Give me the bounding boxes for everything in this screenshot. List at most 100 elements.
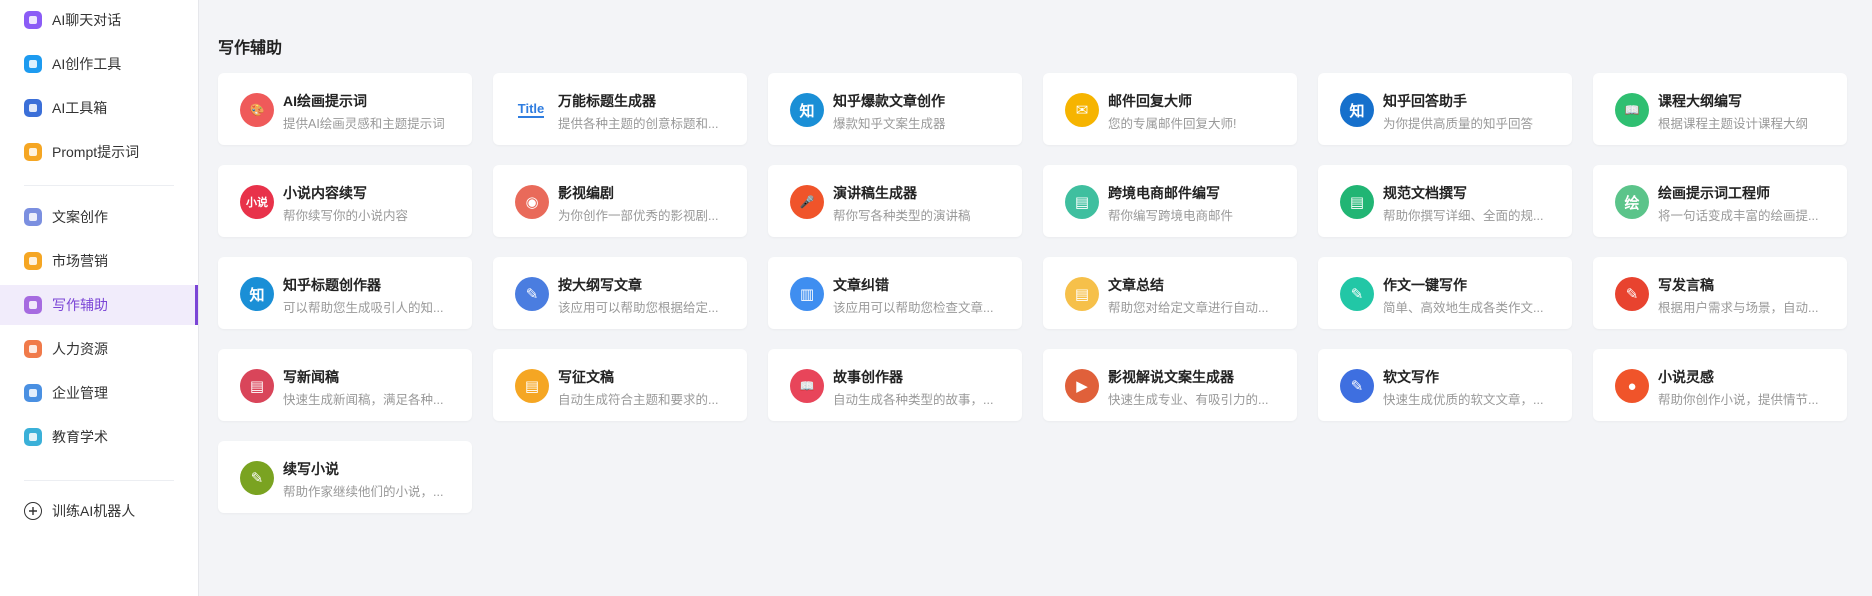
education-icon — [24, 428, 42, 446]
tool-card-title: 知乎爆款文章创作 — [833, 93, 945, 109]
tool-card[interactable]: 知知乎标题创作器 可以帮助您生成吸引人的知... — [218, 257, 472, 329]
tool-card[interactable]: ✎ 按大纲写文章 该应用可以帮助您根据给定... — [493, 257, 747, 329]
sidebar-item-label: 教育学术 — [52, 429, 108, 445]
tool-card[interactable]: ✎ 续写小说 帮助作家继续他们的小说，... — [218, 441, 472, 513]
inspiration-icon: ● — [1615, 369, 1649, 403]
tool-card-description: 帮助您对给定文章进行自动... — [1108, 301, 1269, 315]
sidebar-item-9[interactable]: 企业管理 — [0, 373, 198, 413]
tool-card-title: AI绘画提示词 — [283, 93, 367, 109]
essay-icon: ▤ — [515, 369, 549, 403]
tool-card[interactable]: 📖 故事创作器 自动生成各种类型的故事，... — [768, 349, 1022, 421]
tool-card-description: 该应用可以帮助您根据给定... — [558, 301, 719, 315]
summary-icon: ▤ — [1065, 277, 1099, 311]
tool-card-description: 根据用户需求与场景，自动... — [1658, 301, 1819, 315]
novel-icon: 小说 — [240, 185, 274, 219]
sidebar-item-label: AI聊天对话 — [52, 12, 122, 28]
tool-card-description: 快速生成新闻稿，满足各种... — [283, 393, 444, 407]
tool-card-title: 绘画提示词工程师 — [1658, 185, 1770, 201]
tool-card[interactable]: 小说 小说内容续写 帮你续写你的小说内容 — [218, 165, 472, 237]
tool-card-title: 文章总结 — [1108, 277, 1164, 293]
title-text-icon: Title — [517, 101, 545, 118]
layers-icon — [24, 99, 42, 117]
bar-chart-icon: ▥ — [790, 277, 824, 311]
sidebar-item-label: 市场营销 — [52, 253, 108, 269]
sidebar-item-8[interactable]: 人力资源 — [0, 329, 198, 369]
tool-card-description: 帮你写各种类型的演讲稿 — [833, 209, 971, 223]
tool-card-title: 写新闻稿 — [283, 369, 339, 385]
train-ai-robot-button[interactable]: 训练AI机器人 — [0, 491, 198, 531]
copywriting-icon — [24, 208, 42, 226]
plus-circle-icon — [24, 502, 42, 520]
ecommerce-icon: ▤ — [1065, 185, 1099, 219]
zhihu-icon: 知 — [240, 277, 274, 311]
tool-card-description: 提供AI绘画灵感和主题提示词 — [283, 117, 445, 131]
sidebar-item-6[interactable]: 市场营销 — [0, 241, 198, 281]
film-reel-icon: ◉ — [515, 185, 549, 219]
tool-card[interactable]: ▤ 跨境电商邮件编写 帮你编写跨境电商邮件 — [1043, 165, 1297, 237]
sidebar-item-5[interactable]: 文案创作 — [0, 197, 198, 237]
sidebar-item-label: AI创作工具 — [52, 56, 122, 72]
zhihu-icon: 知 — [790, 93, 824, 127]
tool-card[interactable]: ✉ 邮件回复大师 您的专属邮件回复大师! — [1043, 73, 1297, 145]
tool-card-description: 快速生成专业、有吸引力的... — [1108, 393, 1269, 407]
tool-card[interactable]: ✎ 写发言稿 根据用户需求与场景，自动... — [1593, 257, 1847, 329]
enterprise-icon — [24, 384, 42, 402]
tool-card[interactable]: ▤ 规范文档撰写帮助你撰写详细、全面的规... — [1318, 165, 1572, 237]
tool-card-title: 续写小说 — [283, 461, 339, 477]
tool-card[interactable]: 🎤 演讲稿生成器 帮你写各种类型的演讲稿 — [768, 165, 1022, 237]
sidebar-item-label: 文案创作 — [52, 209, 108, 225]
tool-card-description: 帮你续写你的小说内容 — [283, 209, 409, 223]
sidebar-item-2[interactable]: AI创作工具 — [0, 44, 198, 84]
tool-card[interactable]: ◉ 影视编剧 为你创作一部优秀的影视剧... — [493, 165, 747, 237]
tool-card-title: 跨境电商邮件编写 — [1108, 185, 1220, 201]
tool-card-description: 自动生成符合主题和要求的... — [558, 393, 719, 407]
tool-card-title: 影视编剧 — [558, 185, 614, 201]
tool-card[interactable]: ▤ 写征文稿 自动生成符合主题和要求的... — [493, 349, 747, 421]
sidebar-item-label: Prompt提示词 — [52, 144, 140, 160]
tool-card[interactable]: 知知乎回答助手 为你提供高质量的知乎回答 — [1318, 73, 1572, 145]
pen-icon — [24, 55, 42, 73]
tool-card[interactable]: Title 万能标题生成器 提供各种主题的创意标题和... — [493, 73, 747, 145]
tool-card[interactable]: 知知乎爆款文章创作 爆款知乎文案生成器 — [768, 73, 1022, 145]
tool-card[interactable]: ▤ 文章总结帮助您对给定文章进行自动... — [1043, 257, 1297, 329]
tool-card-title: 故事创作器 — [833, 369, 903, 385]
tool-card[interactable]: 📖 课程大纲编写 根据课程主题设计课程大纲 — [1593, 73, 1847, 145]
doc-edit-icon: ✎ — [1340, 369, 1374, 403]
tool-card[interactable]: ▤ 写新闻稿快速生成新闻稿，满足各种... — [218, 349, 472, 421]
sidebar-item-label: 企业管理 — [52, 385, 108, 401]
open-book-icon: 📖 — [790, 369, 824, 403]
microphone-icon: 🎤 — [790, 185, 824, 219]
sidebar-item-4[interactable]: Prompt提示词 — [0, 132, 198, 172]
prompt-icon — [24, 143, 42, 161]
tool-card[interactable]: ▥ 文章纠错 该应用可以帮助您检查文章... — [768, 257, 1022, 329]
tool-card-title: 规范文档撰写 — [1383, 185, 1467, 201]
tool-card-description: 帮助你撰写详细、全面的规... — [1383, 209, 1544, 223]
train-ai-robot-label: 训练AI机器人 — [52, 503, 136, 519]
tool-card-description: 帮你编写跨境电商邮件 — [1108, 209, 1234, 223]
tool-card-description: 根据课程主题设计课程大纲 — [1658, 117, 1809, 131]
tool-card[interactable]: ▶ 影视解说文案生成器 快速生成专业、有吸引力的... — [1043, 349, 1297, 421]
tool-card-title: 课程大纲编写 — [1658, 93, 1742, 109]
mail-icon: ✉ — [1065, 93, 1099, 127]
tool-card[interactable]: 绘绘画提示词工程师 将一句话变成丰富的绘画提... — [1593, 165, 1847, 237]
tool-card[interactable]: 🎨 AI绘画提示词 提供AI绘画灵感和主题提示词 — [218, 73, 472, 145]
tool-card-description: 帮助你创作小说，提供情节... — [1658, 393, 1819, 407]
sidebar: AI聊天对话 AI创作工具 AI工具箱 Prompt提示词 文案创作市场营销写作辅助 人力… — [0, 0, 199, 596]
zhihu-icon: 知 — [1340, 93, 1374, 127]
sidebar-item-1[interactable]: AI聊天对话 — [0, 0, 198, 40]
tool-card[interactable]: ● 小说灵感 帮助你创作小说，提供情节... — [1593, 349, 1847, 421]
notebook-pen-icon: ✎ — [515, 277, 549, 311]
tool-card[interactable]: ✎ 作文一键写作 简单、高效地生成各类作文... — [1318, 257, 1572, 329]
sidebar-item-7[interactable]: 写作辅助 — [0, 285, 198, 325]
chat-bubble-icon — [24, 11, 42, 29]
sidebar-item-3[interactable]: AI工具箱 — [0, 88, 198, 128]
tool-card-title: 文章纠错 — [833, 277, 889, 293]
tool-card-description: 为你提供高质量的知乎回答 — [1383, 117, 1534, 131]
tool-card[interactable]: ✎ 软文写作 快速生成优质的软文文章，... — [1318, 349, 1572, 421]
tool-card-description: 快速生成优质的软文文章，... — [1383, 393, 1544, 407]
document-icon: ▤ — [1340, 185, 1374, 219]
news-icon: ▤ — [240, 369, 274, 403]
sidebar-item-10[interactable]: 教育学术 — [0, 417, 198, 457]
tool-card-description: 帮助作家继续他们的小说，... — [283, 485, 444, 499]
sidebar-item-label: AI工具箱 — [52, 100, 108, 116]
